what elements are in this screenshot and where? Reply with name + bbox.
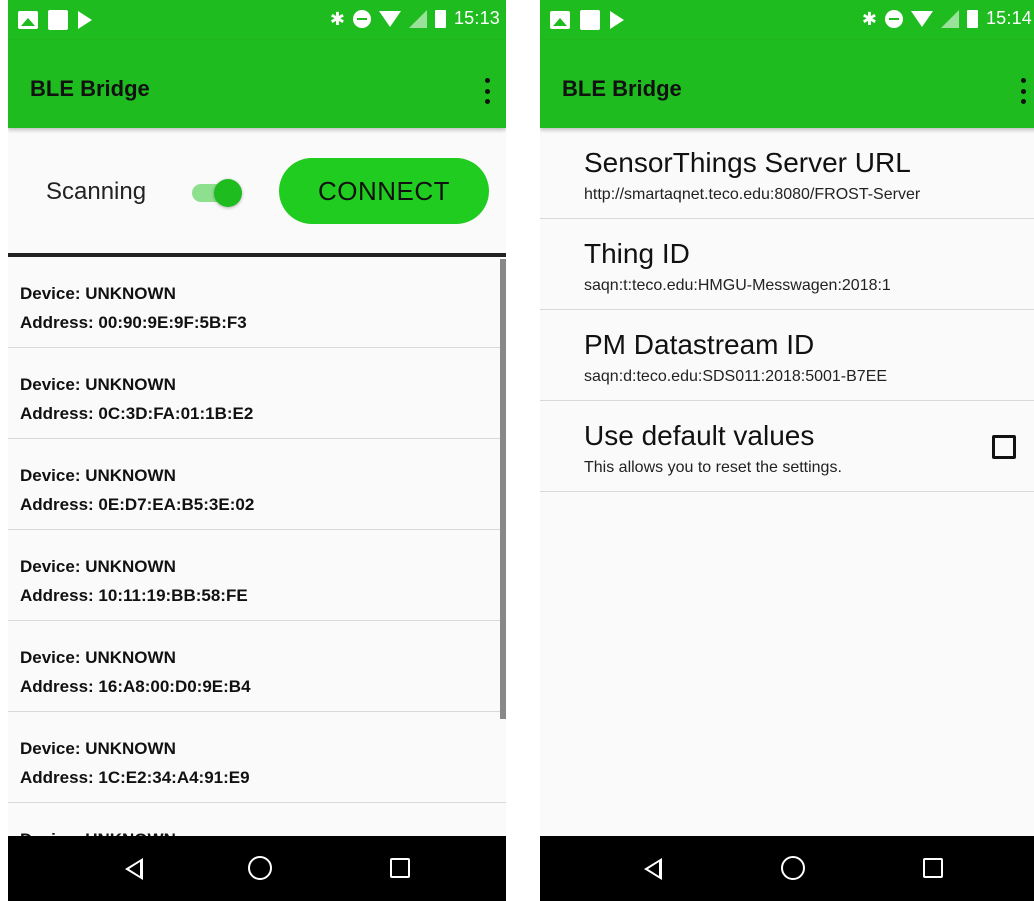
- device-name: Device: UNKNOWN: [20, 648, 176, 667]
- battery-icon: [966, 9, 978, 28]
- home-icon[interactable]: [248, 856, 272, 880]
- list-item[interactable]: Device: UNKNOWN: [8, 803, 506, 837]
- app-title: BLE Bridge: [562, 76, 682, 101]
- device-name: Device: UNKNOWN: [20, 375, 176, 394]
- setting-title: Thing ID: [584, 238, 690, 269]
- do-not-disturb-icon: [352, 9, 371, 28]
- bluetooth-icon: ✱: [861, 8, 877, 29]
- play-store-icon: [78, 11, 92, 29]
- overflow-menu-icon[interactable]: [482, 78, 492, 104]
- scanner-screen: ✱ 15:13 BLE Bridge Scanning CONNECT Devi…: [8, 0, 506, 901]
- device-name: Device: UNKNOWN: [20, 284, 176, 303]
- scanning-toggle[interactable]: [192, 179, 242, 207]
- setting-pm-datastream-id[interactable]: PM Datastream ID saqn:d:teco.edu:SDS011:…: [540, 310, 1034, 401]
- setting-summary: saqn:t:teco.edu:HMGU-Messwagen:2018:1: [584, 277, 891, 294]
- back-icon[interactable]: [125, 858, 143, 880]
- status-time: 15:14: [985, 8, 1032, 28]
- device-address: Address: 0C:3D:FA:01:1B:E2: [20, 404, 254, 423]
- list-item[interactable]: Device: UNKNOWN Address: 10:11:19:BB:58:…: [8, 530, 506, 621]
- square-notification-icon: [48, 10, 68, 30]
- list-item[interactable]: Device: UNKNOWN Address: 0C:3D:FA:01:1B:…: [8, 348, 506, 439]
- setting-summary: http://smartaqnet.teco.edu:8080/FROST-Se…: [584, 186, 921, 203]
- list-item[interactable]: Device: UNKNOWN Address: 1C:E2:34:A4:91:…: [8, 712, 506, 803]
- device-address: Address: 16:A8:00:D0:9E:B4: [20, 677, 251, 696]
- device-name: Device: UNKNOWN: [20, 466, 176, 485]
- setting-title: SensorThings Server URL: [584, 147, 911, 178]
- wifi-icon: [910, 10, 933, 27]
- recent-apps-icon[interactable]: [390, 858, 410, 878]
- status-bar: ✱ 15:14: [540, 0, 1034, 40]
- device-name: Device: UNKNOWN: [20, 739, 176, 758]
- status-time: 15:13: [453, 8, 500, 28]
- signal-icon: [408, 9, 427, 28]
- list-item[interactable]: Device: UNKNOWN Address: 16:A8:00:D0:9E:…: [8, 621, 506, 712]
- battery-icon: [434, 9, 446, 28]
- scanning-label: Scanning: [46, 178, 147, 205]
- wifi-icon: [378, 10, 401, 27]
- setting-summary: This allows you to reset the settings.: [584, 459, 842, 476]
- device-address: Address: 10:11:19:BB:58:FE: [20, 586, 248, 605]
- home-icon[interactable]: [781, 856, 805, 880]
- app-title: BLE Bridge: [30, 76, 150, 101]
- status-bar: ✱ 15:13: [8, 0, 506, 40]
- toggle-thumb: [214, 179, 242, 207]
- list-item[interactable]: Device: UNKNOWN Address: 00:90:9E:9F:5B:…: [8, 257, 506, 348]
- image-icon: [18, 11, 38, 29]
- navigation-bar: [540, 836, 1034, 901]
- back-icon[interactable]: [644, 858, 662, 880]
- scrollbar[interactable]: [500, 259, 506, 719]
- setting-title: Use default values: [584, 420, 815, 451]
- setting-use-default-values[interactable]: Use default values This allows you to re…: [540, 401, 1034, 492]
- recent-apps-icon[interactable]: [923, 858, 943, 878]
- navigation-bar: [8, 836, 506, 901]
- app-bar: BLE Bridge: [8, 40, 506, 128]
- square-notification-icon: [580, 10, 600, 30]
- overflow-menu-icon[interactable]: [1018, 78, 1028, 104]
- use-default-values-checkbox[interactable]: [992, 435, 1016, 459]
- settings-list: SensorThings Server URL http://smartaqne…: [540, 128, 1034, 492]
- image-icon: [550, 11, 570, 29]
- device-address: Address: 0E:D7:EA:B5:3E:02: [20, 495, 255, 514]
- do-not-disturb-icon: [884, 9, 903, 28]
- play-store-icon: [610, 11, 624, 29]
- setting-thing-id[interactable]: Thing ID saqn:t:teco.edu:HMGU-Messwagen:…: [540, 219, 1034, 310]
- bluetooth-icon: ✱: [329, 8, 345, 29]
- device-address: Address: 00:90:9E:9F:5B:F3: [20, 313, 247, 332]
- connect-button[interactable]: CONNECT: [279, 158, 489, 224]
- scan-controls: Scanning CONNECT: [8, 128, 506, 253]
- signal-icon: [940, 9, 959, 28]
- device-address: Address: 1C:E2:34:A4:91:E9: [20, 768, 250, 787]
- setting-server-url[interactable]: SensorThings Server URL http://smartaqne…: [540, 128, 1034, 219]
- setting-title: PM Datastream ID: [584, 329, 815, 360]
- device-list[interactable]: Device: UNKNOWN Address: 00:90:9E:9F:5B:…: [8, 257, 506, 837]
- device-name: Device: UNKNOWN: [20, 557, 176, 576]
- list-item[interactable]: Device: UNKNOWN Address: 0E:D7:EA:B5:3E:…: [8, 439, 506, 530]
- setting-summary: saqn:d:teco.edu:SDS011:2018:5001-B7EE: [584, 368, 888, 385]
- app-bar: BLE Bridge: [540, 40, 1034, 128]
- settings-screen: ✱ 15:14 BLE Bridge SensorThings Server U…: [540, 0, 1034, 901]
